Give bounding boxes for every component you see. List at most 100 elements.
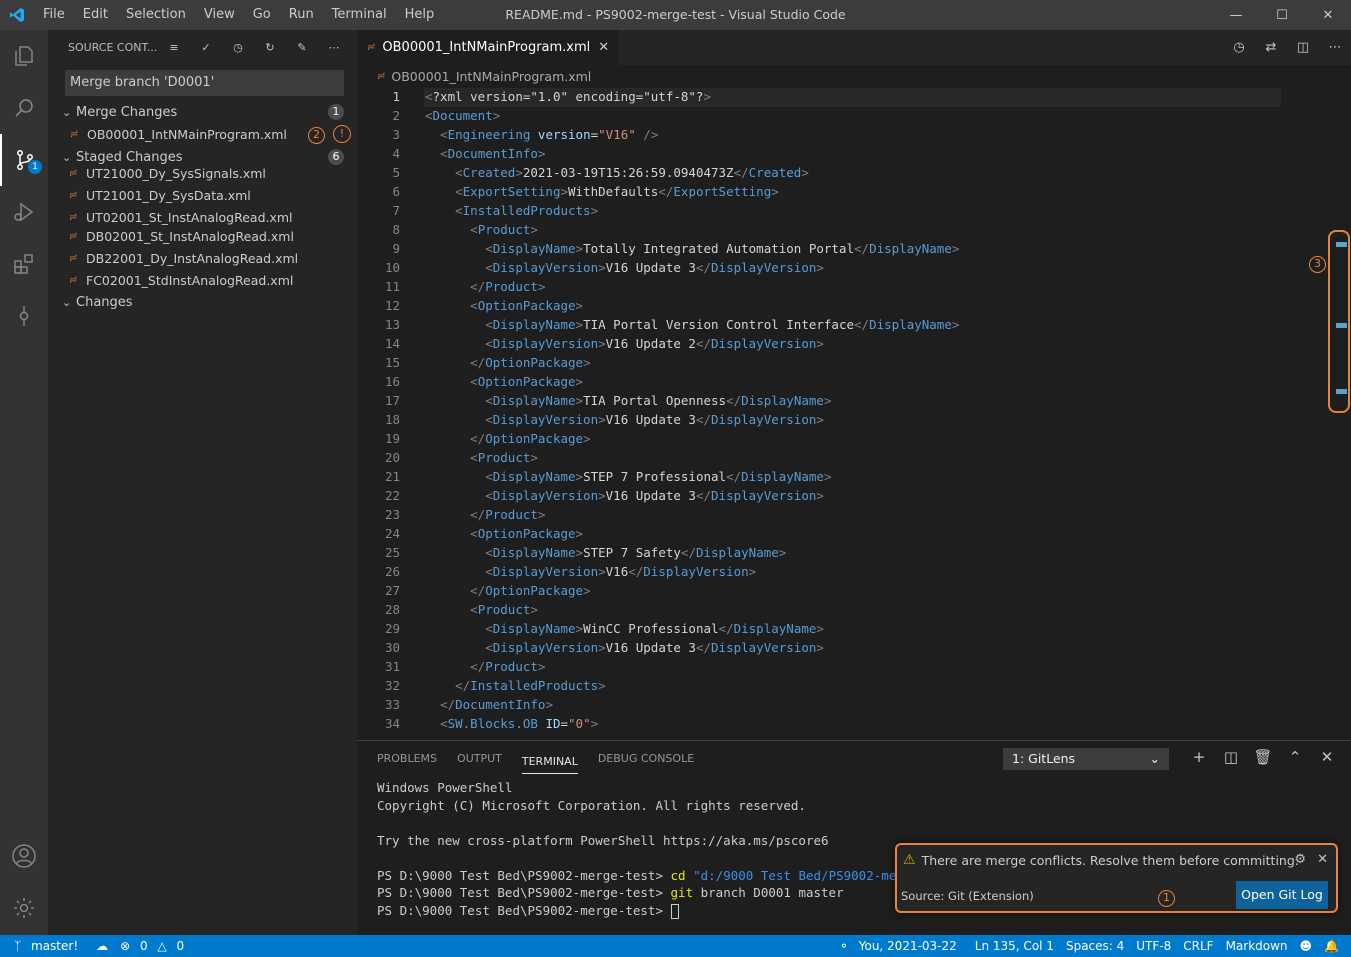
- explorer-icon[interactable]: [0, 30, 48, 82]
- xml-file-icon: ≓: [69, 189, 78, 201]
- new-terminal-icon[interactable]: +: [1183, 748, 1215, 766]
- menu-go[interactable]: Go: [244, 0, 280, 30]
- history-icon[interactable]: ◷: [222, 41, 254, 54]
- commit-message-input[interactable]: Merge branch 'D0001': [65, 70, 344, 96]
- commit-check-icon[interactable]: ✓: [190, 41, 222, 54]
- attribute-name: ID: [545, 716, 561, 731]
- staged-file-item[interactable]: ≓ FC02001_StdInstAnalogRead.xml: [48, 269, 357, 291]
- editor-more-actions-icon[interactable]: ⋯: [1319, 40, 1351, 55]
- bracket: >: [530, 450, 538, 465]
- tab-terminal[interactable]: TERMINAL: [521, 744, 578, 774]
- open-git-log-button[interactable]: Open Git Log: [1236, 881, 1328, 909]
- tag-name: DisplayVersion: [711, 260, 817, 275]
- menu-terminal[interactable]: Terminal: [323, 0, 396, 30]
- split-editor-icon[interactable]: ◫: [1287, 40, 1319, 55]
- editor-area: ≓ OB00001_IntNMainProgram.xml ✕ ◷ ⇄ ◫ ⋯ …: [357, 30, 1351, 740]
- tag-name: Created: [748, 165, 802, 180]
- menu-selection[interactable]: Selection: [117, 0, 195, 30]
- branch-indicator[interactable]: ᛉ master!: [0, 939, 90, 953]
- notification-source: Source: Git (Extension): [901, 889, 1034, 903]
- code-line: 30 <DisplayVersion>V16 Update 3</Display…: [357, 638, 1351, 657]
- code-editor[interactable]: 1 <?xml version="1.0" encoding="utf-8"?> 2…: [357, 87, 1351, 733]
- bracket: >: [530, 222, 538, 237]
- cursor-position[interactable]: Ln 135, Col 1: [969, 939, 1060, 953]
- xml-file-icon: ≓: [69, 211, 78, 223]
- open-changes-history-icon[interactable]: ◷: [1223, 40, 1255, 55]
- problems-indicator[interactable]: ⊗ 0 △ 0: [114, 939, 196, 953]
- encoding-status[interactable]: UTF-8: [1130, 939, 1177, 953]
- staged-file-item[interactable]: ≓ UT21001_Dy_SysData.xml: [48, 184, 357, 206]
- more-actions-icon[interactable]: ⋯: [318, 41, 350, 54]
- minimize-button[interactable]: —: [1213, 0, 1259, 30]
- notification-gear-icon[interactable]: ⚙: [1294, 852, 1306, 867]
- close-window-button[interactable]: ✕: [1305, 0, 1351, 30]
- staged-file-item[interactable]: ≓ DB02001_St_InstAnalogRead.xml: [48, 225, 357, 247]
- terminal-select[interactable]: 1: GitLens ⌄: [1003, 748, 1169, 770]
- terminal-command: git: [670, 885, 694, 900]
- editor-tab[interactable]: ≓ OB00001_IntNMainProgram.xml ✕: [357, 30, 620, 65]
- kill-terminal-icon[interactable]: 🗑: [1247, 748, 1279, 766]
- indentation-status[interactable]: Spaces: 4: [1060, 939, 1130, 953]
- bracket: >: [590, 716, 599, 731]
- git-commit-icon[interactable]: [0, 290, 48, 342]
- code-line: 19 </OptionPackage>: [357, 429, 1351, 448]
- bracket: >: [598, 412, 606, 427]
- tab-debug-console[interactable]: DEBUG CONSOLE: [598, 741, 694, 777]
- bracket: >: [560, 184, 569, 199]
- menu-run[interactable]: Run: [280, 0, 323, 30]
- menu-help[interactable]: Help: [396, 0, 444, 30]
- sync-icon[interactable]: ☁: [90, 939, 114, 953]
- notifications-bell-icon[interactable]: 🔔: [1318, 939, 1351, 953]
- close-tab-icon[interactable]: ✕: [598, 40, 609, 55]
- code-line: 21 <DisplayName>STEP 7 Professional</Dis…: [357, 467, 1351, 486]
- scrollbar-change-markers[interactable]: [1328, 230, 1350, 413]
- maximize-panel-icon[interactable]: ⌃: [1279, 748, 1311, 766]
- menu-view[interactable]: View: [195, 0, 244, 30]
- extensions-icon[interactable]: [0, 238, 48, 290]
- code-line: 34 <SW.Blocks.OB ID="0">: [357, 714, 1351, 733]
- run-debug-icon[interactable]: [0, 186, 48, 238]
- code-line: 3 <Engineering version="V16" />: [357, 125, 1351, 144]
- tab-problems[interactable]: PROBLEMS: [377, 741, 437, 777]
- edit-pencil-icon[interactable]: ✎: [286, 41, 318, 54]
- compare-changes-icon[interactable]: ⇄: [1255, 40, 1287, 55]
- search-icon[interactable]: [0, 82, 48, 134]
- notification-close-icon[interactable]: ✕: [1317, 852, 1328, 867]
- language-mode[interactable]: Markdown: [1220, 939, 1294, 953]
- close-panel-icon[interactable]: ✕: [1311, 748, 1343, 766]
- terminal-output[interactable]: Windows PowerShell Copyright (C) Microso…: [377, 779, 934, 919]
- staged-file-item[interactable]: ≓ DB22001_Dy_InstAnalogRead.xml: [48, 247, 357, 269]
- refresh-icon[interactable]: ↻: [254, 41, 286, 54]
- bracket: <: [470, 602, 478, 617]
- breadcrumb[interactable]: ≓ OB00001_IntNMainProgram.xml: [357, 65, 1351, 87]
- bracket: </: [455, 678, 471, 693]
- view-as-tree-icon[interactable]: ≡: [158, 41, 190, 54]
- eol-status[interactable]: CRLF: [1177, 939, 1219, 953]
- terminal-line: Try the new cross-platform PowerShell ht…: [377, 832, 829, 848]
- bracket: </: [854, 241, 870, 256]
- terminal-prompt: PS D:\9000 Test Bed\PS9002-merge-test>: [377, 902, 663, 918]
- split-terminal-icon[interactable]: ◫: [1215, 748, 1247, 766]
- menu-edit[interactable]: Edit: [74, 0, 117, 30]
- status-bar: ᛉ master! ☁ ⊗ 0 △ 0 ⚬ You, 2021-03-22 Ln…: [0, 935, 1351, 957]
- tag-name: InstalledProducts: [462, 203, 591, 218]
- feedback-icon[interactable]: ☻: [1294, 939, 1319, 953]
- bracket: </: [733, 165, 749, 180]
- account-icon[interactable]: [0, 830, 48, 882]
- tab-output[interactable]: OUTPUT: [457, 741, 502, 777]
- manage-gear-icon[interactable]: [0, 882, 48, 934]
- bracket: <: [470, 374, 478, 389]
- source-control-icon[interactable]: 1: [0, 134, 48, 186]
- bracket: >: [575, 298, 584, 313]
- menu-file[interactable]: File: [34, 0, 74, 30]
- git-blame-status[interactable]: ⚬ You, 2021-03-22: [833, 939, 969, 953]
- changes-group[interactable]: ⌄ Changes: [48, 291, 357, 313]
- bracket: </: [470, 355, 486, 370]
- merge-changes-group[interactable]: ⌄ Merge Changes 1: [48, 101, 357, 123]
- line-text: </OptionPackage>: [400, 581, 590, 600]
- vscode-logo-icon: [0, 0, 34, 30]
- code-line: 31 </Product>: [357, 657, 1351, 676]
- maximize-button[interactable]: ☐: [1259, 0, 1305, 30]
- staged-file-item[interactable]: ≓ UT21000_Dy_SysSignals.xml: [48, 162, 357, 184]
